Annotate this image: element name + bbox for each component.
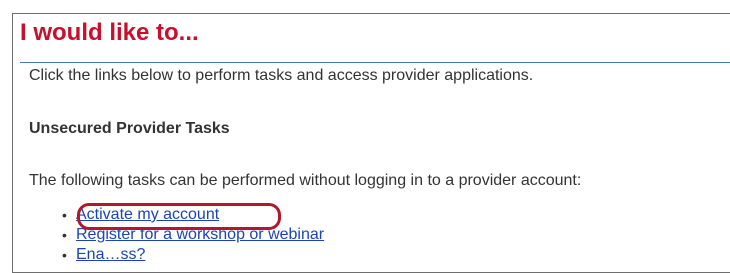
title-divider: [20, 62, 730, 63]
page-title: I would like to...: [20, 19, 199, 46]
section-heading: Unsecured Provider Tasks: [29, 120, 230, 137]
bullet-icon: •: [62, 247, 67, 263]
bullet-icon: •: [62, 227, 67, 243]
partial-task-link[interactable]: Ena…ss?: [76, 245, 145, 265]
bullet-icon: •: [62, 207, 67, 223]
activate-account-link[interactable]: Activate my account: [76, 205, 219, 225]
section-description: The following tasks can be performed wit…: [29, 172, 582, 189]
intro-text: Click the links below to perform tasks a…: [29, 67, 534, 84]
register-workshop-link[interactable]: Register for a workshop or webinar: [76, 225, 324, 245]
